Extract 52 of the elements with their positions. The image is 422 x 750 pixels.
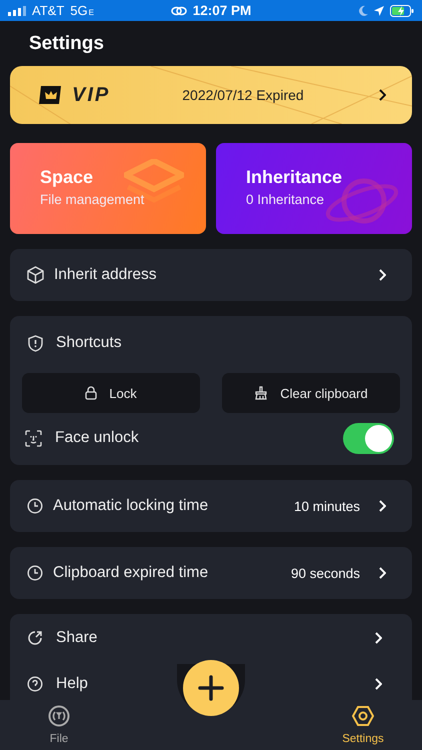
lock-button[interactable]: Lock bbox=[22, 373, 200, 413]
chevron-icon bbox=[374, 632, 382, 644]
card-title: Space bbox=[40, 167, 94, 188]
signal-icon bbox=[8, 6, 26, 16]
row-label[interactable]: Help bbox=[56, 675, 88, 693]
card-subtitle: 0 Inheritance bbox=[246, 192, 324, 207]
link-icon bbox=[170, 6, 187, 16]
clock-icon bbox=[27, 498, 43, 514]
moon-icon bbox=[358, 5, 368, 16]
lock-icon bbox=[85, 386, 98, 400]
inherit-address-row[interactable]: Inherit address bbox=[10, 249, 412, 301]
inheritance-card[interactable]: Inheritance 0 Inheritance bbox=[216, 143, 412, 234]
chevron-icon bbox=[378, 500, 386, 512]
help-icon bbox=[27, 676, 43, 692]
card-title: Inheritance bbox=[246, 167, 342, 188]
row-value: 90 seconds bbox=[290, 566, 360, 580]
shield-icon bbox=[28, 334, 43, 352]
battery-icon bbox=[390, 4, 414, 16]
vip-label: VIP bbox=[72, 84, 110, 106]
vip-banner[interactable]: VIP 2022/07/12 Expired bbox=[10, 66, 412, 124]
share-icon bbox=[27, 630, 43, 646]
settings-tab[interactable]: Settings bbox=[328, 700, 398, 750]
chevron-icon bbox=[378, 89, 386, 101]
row-label: Clipboard expired time bbox=[53, 564, 208, 582]
page-title: Settings bbox=[28, 32, 105, 56]
row-label: Inherit address bbox=[54, 266, 157, 284]
setting-row[interactable]: Automatic locking time 10 minutes bbox=[10, 480, 412, 532]
row-label: Automatic locking time bbox=[53, 497, 208, 515]
hexagon-icon bbox=[352, 705, 374, 727]
card-subtitle: File management bbox=[40, 192, 144, 207]
cube-icon bbox=[27, 266, 44, 284]
chevron-icon bbox=[374, 678, 382, 690]
face-unlock-toggle[interactable] bbox=[343, 422, 394, 454]
carrier: AT&T bbox=[32, 3, 64, 18]
clock-time: 12:07 PM bbox=[192, 3, 252, 18]
section-title: Shortcuts bbox=[56, 334, 122, 352]
row-label: Face unlock bbox=[55, 429, 139, 447]
location-icon bbox=[374, 6, 384, 16]
expiry-date: 2022/07/12 Expired bbox=[182, 87, 304, 103]
crown-icon bbox=[38, 85, 64, 105]
network-type: 5G E bbox=[70, 3, 94, 18]
setting-row[interactable]: Clipboard expired time 90 seconds bbox=[10, 547, 412, 599]
row-label[interactable]: Share bbox=[56, 629, 98, 647]
clock-icon bbox=[27, 565, 43, 581]
file-tab[interactable]: File bbox=[24, 700, 94, 750]
chevron-icon bbox=[378, 567, 386, 579]
clear-clipboard-button[interactable]: Clear clipboard bbox=[222, 373, 400, 413]
chevron-icon bbox=[378, 269, 386, 281]
plus-icon bbox=[198, 675, 224, 701]
face-scan-icon bbox=[25, 430, 42, 446]
row-value: 10 minutes bbox=[294, 498, 360, 514]
broom-icon bbox=[254, 386, 268, 400]
